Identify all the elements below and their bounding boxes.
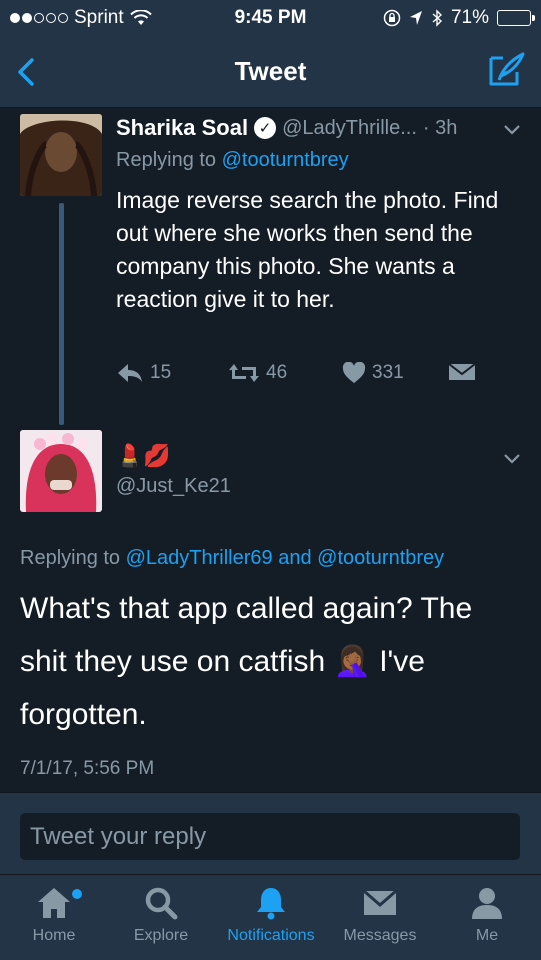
replying-prefix: Replying to (116, 149, 222, 171)
tab-home-label: Home (32, 927, 76, 944)
tab-notifications-label: Notifications (227, 927, 315, 944)
retweet-count: 46 (266, 362, 288, 383)
tweet1-timestamp: · 3h (422, 116, 458, 139)
reply-button[interactable]: 15 (116, 362, 171, 384)
tweet1-author-handle[interactable]: @LadyThrille... (282, 117, 417, 140)
page-title: Tweet (234, 56, 307, 86)
envelope-icon (448, 363, 476, 380)
direct-message-button[interactable] (448, 362, 476, 382)
search-icon (145, 887, 178, 920)
retweet-icon (229, 364, 259, 382)
battery-icon (497, 10, 535, 26)
tweet2-date: 7/1/17, 5:56 PM (20, 758, 155, 779)
tweet-reply-input[interactable] (20, 813, 520, 860)
tweet1-replying-to: Replying to @tooturntbrey (116, 149, 349, 172)
thread-connector-line (59, 203, 64, 425)
tweet2-text: What's that app called again? The shit t… (20, 592, 473, 731)
tweet2-replying-to: Replying to @LadyThriller69 and @tooturn… (20, 547, 444, 570)
like-count: 331 (372, 362, 404, 383)
avatar-sharika[interactable] (20, 114, 102, 196)
bell-icon (257, 888, 285, 920)
nav-bar: Tweet (0, 36, 541, 108)
reply-icon (118, 364, 142, 382)
replying-prefix: Replying to (20, 547, 126, 569)
reply-compose-bar (0, 792, 541, 874)
tab-explore-label: Explore (133, 927, 189, 944)
tweet1-header: Sharika Soal ✓ @LadyThrille... · 3h (116, 113, 526, 143)
replying-to-link-1[interactable]: @LadyThriller69 (126, 547, 273, 569)
heart-icon (342, 362, 366, 383)
status-bar: Sprint 9:45 PM 71% (0, 0, 541, 36)
avatar-just-ke21[interactable] (20, 430, 102, 512)
home-icon (38, 888, 70, 918)
like-button[interactable]: 331 (342, 362, 404, 384)
tweet1-author-name[interactable]: Sharika Soal (116, 115, 248, 141)
tab-messages[interactable]: Messages (336, 885, 424, 945)
tab-explore[interactable]: Explore (128, 885, 194, 945)
tab-messages-label: Messages (343, 927, 417, 944)
location-arrow-icon (409, 11, 422, 25)
replying-to-link[interactable]: @tooturntbrey (222, 149, 349, 171)
tweet2-author-handle[interactable]: @Just_Ke21 (116, 475, 231, 498)
compose-tweet-button[interactable] (485, 50, 527, 92)
tweet2-display-name[interactable]: 💄💋 (116, 443, 171, 469)
rotation-lock-icon (383, 9, 401, 27)
compose-tweet-icon (489, 52, 525, 86)
tweet1-text: Image reverse search the photo. Find out… (116, 187, 499, 312)
tab-me[interactable]: Me (457, 885, 517, 945)
tab-notifications[interactable]: Notifications (216, 885, 326, 945)
replying-to-link-2[interactable]: @tooturntbrey (317, 547, 444, 569)
envelope-icon (363, 889, 397, 915)
verified-badge-icon: ✓ (254, 117, 277, 139)
battery-percent: 71% (450, 7, 489, 28)
tab-me-label: Me (475, 927, 499, 944)
home-new-content-dot (72, 889, 82, 899)
bluetooth-icon (432, 9, 442, 27)
retweet-button[interactable]: 46 (228, 362, 287, 384)
reply-count: 15 (150, 362, 172, 383)
replying-to-and[interactable]: and (273, 547, 317, 569)
tweet2-menu-chevron-down-icon[interactable] (500, 446, 524, 470)
tab-bar: Home Explore Notifications Messages Me (0, 874, 541, 960)
status-right: 71% (383, 7, 535, 29)
tweet1-menu-chevron-down-icon[interactable] (500, 117, 524, 141)
person-icon (472, 888, 502, 919)
